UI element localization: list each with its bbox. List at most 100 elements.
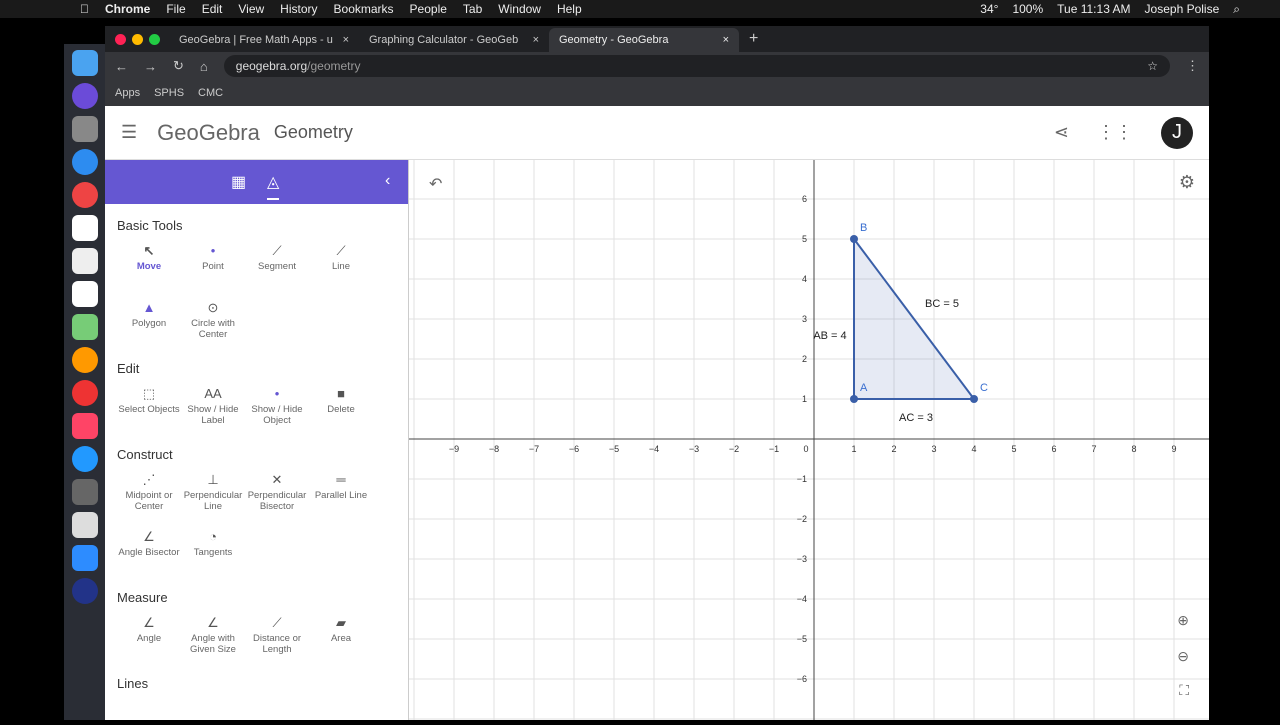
hamburger-menu-icon[interactable]: ☰ [121,122,137,143]
close-tab-icon[interactable]: × [533,34,539,46]
tool-tangents[interactable]: ◔ Tangents [181,519,245,576]
close-window-button[interactable] [115,34,126,45]
tool-area[interactable]: ▰ Area [309,605,373,662]
minimize-window-button[interactable] [132,34,143,45]
tool-icon: ∠ [143,615,155,630]
tool-label: Area [330,633,352,644]
avatar[interactable]: J [1161,116,1193,149]
menu-history[interactable]: History [280,2,317,16]
zoom-app-icon[interactable] [72,545,98,571]
menu-tab[interactable]: Tab [463,2,482,16]
tool-parallel-line[interactable]: ═ Parallel Line [309,462,373,519]
menu-app[interactable]: Chrome [105,2,150,16]
tool-label: Delete [327,404,355,415]
tool-label: Perpendicular Bisector [247,490,307,512]
collapse-panel-icon[interactable]: ‹ [385,172,390,190]
menu-view[interactable]: View [238,2,264,16]
graph-canvas[interactable]: −9 −8 −7 −6 −5 −4 −3 −2 −1 0 1 2 3 4 5 6 7 8 9 −6 −5 −4 −3 −2 −1… [409,118,1215,720]
tool-show-hide-label[interactable]: AA Show / Hide Label [181,376,245,433]
graphics-view[interactable]: −9 −8 −7 −6 −5 −4 −3 −2 −1 0 1 2 3 4 5 6 7 8 9 −6 −5 −4 −3 −2 −1… [409,118,1215,720]
menu-window[interactable]: Window [498,2,541,16]
menu-dots-icon[interactable]: ⋮ [1186,58,1199,74]
tab-graphing-calculator[interactable]: Graphing Calculator - GeoGeb × [359,28,549,52]
tool-midpoint-or-center[interactable]: ⋰ Midpoint or Center [117,462,181,519]
menu-help[interactable]: Help [557,2,582,16]
forward-icon[interactable]: → [144,59,157,74]
tool-circle-with-center[interactable]: ⊙ Circle with Center [181,290,245,347]
tab-geogebra-apps[interactable]: GeoGebra | Free Math Apps - u × [169,28,359,52]
tool-line[interactable]: ⟋ Line [309,233,373,290]
tool-grid: ↖ Move • Point ⟋ Segment ⟋ Line ▲ Polygon ⊙ Circle … [105,233,408,347]
menu-people[interactable]: People [410,2,447,16]
menu-bookmarks[interactable]: Bookmarks [334,2,394,16]
tool-show-hide-object[interactable]: • Show / Hide Object [245,376,309,433]
close-tab-icon[interactable]: × [723,34,729,46]
user-name[interactable]: Joseph Polise [1145,2,1220,17]
bookmark-sphs[interactable]: SPHS [154,87,184,99]
x-tick-label: −3 [689,444,699,454]
calendar-icon[interactable] [72,215,98,241]
tools-tab-icon[interactable]: ◬ [267,172,280,200]
reload-icon[interactable]: ↻ [173,58,184,74]
zoom-in-icon[interactable]: ⊕ [1177,612,1189,629]
search-icon[interactable]: ⌕ [1233,2,1240,17]
menu-edit[interactable]: Edit [202,2,223,16]
tool-perpendicular-line[interactable]: ⊥ Perpendicular Line [181,462,245,519]
tool-segment[interactable]: ⟋ Segment [245,233,309,290]
tool-delete[interactable]: ■ Delete [309,376,373,433]
tool-angle-with-given-size[interactable]: ∠ Angle with Given Size [181,605,245,662]
finder-icon[interactable] [72,50,98,76]
zoom-out-icon[interactable]: ⊖ [1177,648,1189,665]
share-icon[interactable]: ⋖ [1054,122,1069,143]
y-tick-label: −3 [797,554,807,564]
tool-icon: ▲ [142,300,156,315]
tool-icon: ⬚ [142,386,156,401]
appstore-icon[interactable] [72,446,98,472]
undo-icon[interactable]: ↶ [429,174,442,194]
tool-distance-or-length[interactable]: ⟋ Distance or Length [245,605,309,662]
system-preferences-icon[interactable] [72,479,98,505]
reminders-icon[interactable] [72,281,98,307]
url-input[interactable]: geogebra.org/geometry ☆ [223,55,1170,77]
menu-file[interactable]: File [166,2,185,16]
maximize-window-button[interactable] [149,34,160,45]
safari-icon[interactable] [72,149,98,175]
fullscreen-icon[interactable]: ⛶ [1179,682,1189,699]
chrome-icon[interactable] [72,182,98,208]
bookmark-star-icon[interactable]: ☆ [1147,59,1158,73]
screenshot-icon[interactable] [72,512,98,538]
apple-icon[interactable]:  [80,2,89,16]
point-label: B [860,222,867,234]
music-icon[interactable] [72,413,98,439]
apps-grid-icon[interactable]: ⋮⋮ [1097,122,1133,143]
tool-polygon[interactable]: ▲ Polygon [117,290,181,347]
photos-icon[interactable] [72,347,98,373]
launchpad-icon[interactable] [72,116,98,142]
notes-icon[interactable] [72,248,98,274]
bookmarks-bar: Apps SPHS CMC [105,80,1209,106]
bookmark-cmc[interactable]: CMC [198,87,223,99]
close-tab-icon[interactable]: × [343,34,349,46]
y-tick-label: 3 [802,314,807,324]
back-icon[interactable]: ← [115,59,128,74]
tool-select-objects[interactable]: ⬚ Select Objects [117,376,181,433]
siri-icon[interactable] [72,83,98,109]
clock[interactable]: Tue 11:13 AM [1057,2,1130,17]
home-icon[interactable]: ⌂ [200,59,208,74]
tab-geometry[interactable]: Geometry - GeoGebra × [549,28,739,52]
tool-point[interactable]: • Point [181,233,245,290]
bookmark-apps[interactable]: Apps [115,87,140,99]
battery-status[interactable]: 100% [1012,2,1043,17]
tab-strip: GeoGebra | Free Math Apps - u × Graphing … [105,26,1209,52]
settings-gear-icon[interactable]: ⚙ [1179,172,1195,193]
app-icon[interactable] [72,578,98,604]
maps-icon[interactable] [72,314,98,340]
algebra-calculator-icon[interactable]: ▦ [231,172,246,192]
tool-angle[interactable]: ∠ Angle [117,605,181,662]
tool-perpendicular-bisector[interactable]: ✕ Perpendicular Bisector [245,462,309,519]
news-icon[interactable] [72,380,98,406]
tool-angle-bisector[interactable]: ∠ Angle Bisector [117,519,181,576]
new-tab-button[interactable]: + [739,30,758,52]
geogebra-logo[interactable]: GeoGebra [157,120,260,146]
tool-move[interactable]: ↖ Move [117,233,181,290]
